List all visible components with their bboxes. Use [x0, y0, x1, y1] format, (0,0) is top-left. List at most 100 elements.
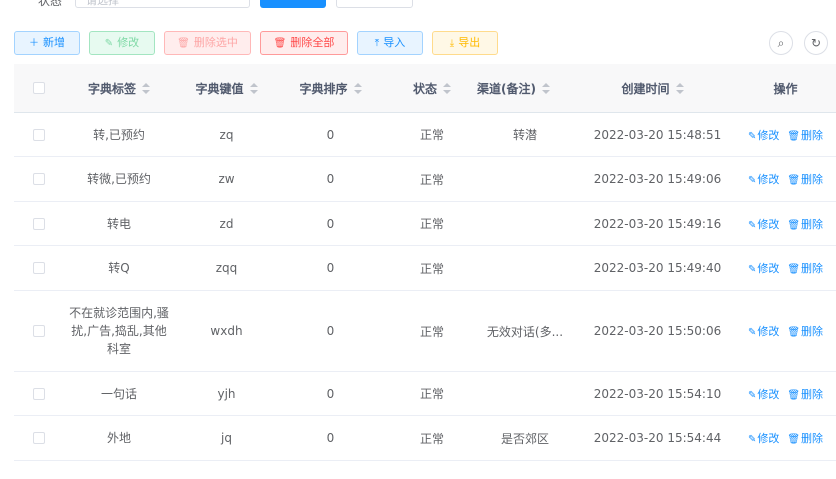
- dict-created: 2022-03-20 15:50:06: [593, 324, 722, 338]
- col-sort-text: 字典排序: [299, 81, 348, 96]
- dict-value: jq: [221, 431, 232, 445]
- sort-icon[interactable]: [675, 82, 684, 94]
- refresh-button[interactable]: ↻: [804, 31, 828, 55]
- delete-selected-label: 删除选中: [193, 36, 238, 49]
- row-checkbox[interactable]: [33, 217, 45, 230]
- edit-button[interactable]: ✎ 修改: [89, 31, 155, 55]
- delete-selected-button[interactable]: 🗑 删除选中: [164, 31, 251, 55]
- row-checkbox[interactable]: [33, 387, 45, 400]
- dict-sort: 0: [326, 386, 335, 401]
- dict-created: 2022-03-20 15:49:06: [593, 172, 722, 186]
- dict-status: 正常: [419, 128, 444, 142]
- add-button-label: 新增: [43, 36, 65, 49]
- row-edit-link[interactable]: ✎修改: [748, 260, 779, 276]
- trash-icon: 🗑: [787, 219, 801, 231]
- cell-value: yjh: [174, 372, 279, 415]
- sort-icon[interactable]: [541, 82, 550, 94]
- row-checkbox[interactable]: [33, 128, 45, 141]
- row-delete-label: 删除: [801, 262, 824, 275]
- row-edit-label: 修改: [757, 432, 780, 445]
- delete-all-button[interactable]: 🗑 删除全部: [260, 31, 348, 55]
- cell-value: wxdh: [174, 291, 279, 371]
- reset-button[interactable]: [336, 0, 413, 8]
- row-delete-link[interactable]: 🗑删除: [787, 171, 823, 187]
- table-row: 转,已预约 zq 0 正常 转潜 2022-03-20 15:48:51 ✎修改 🗑删除: [14, 113, 836, 157]
- col-header-sort[interactable]: 字典排序: [279, 64, 382, 112]
- import-label: 导入: [383, 36, 406, 49]
- row-delete-link[interactable]: 🗑删除: [787, 260, 823, 276]
- cell-created: 2022-03-20 15:49:16: [570, 202, 745, 245]
- trash-icon: 🗑: [787, 389, 801, 401]
- cell-ops: ✎修改 🗑删除: [735, 416, 836, 460]
- row-checkbox[interactable]: [33, 432, 45, 444]
- row-edit-label: 修改: [757, 262, 780, 275]
- col-value-text: 字典键值: [195, 81, 244, 96]
- row-edit-link[interactable]: ✎修改: [748, 323, 779, 339]
- table-header: 字典标签 字典键值 字典排序 状态 渠道(备注) 创建时间 操作: [14, 64, 836, 113]
- row-delete-label: 删除: [801, 387, 824, 401]
- col-header-created[interactable]: 创建时间: [570, 64, 735, 112]
- col-header-label[interactable]: 字典标签: [64, 64, 174, 112]
- cell-sort: 0: [279, 113, 382, 156]
- cell-value: zq: [174, 113, 279, 156]
- trash-icon: 🗑: [273, 38, 287, 49]
- row-delete-link[interactable]: 🗑删除: [787, 323, 823, 339]
- table-row: 不在就诊范围内,骚扰,广告,捣乱,其他科室 wxdh 0 正常 无效对话(多... 202…: [14, 291, 836, 372]
- import-button[interactable]: ⤒ 导入: [357, 31, 423, 55]
- dict-status: 正常: [419, 261, 444, 276]
- row-select-cell: [14, 113, 64, 156]
- row-edit-link[interactable]: ✎修改: [748, 386, 779, 402]
- row-edit-link[interactable]: ✎修改: [748, 430, 779, 446]
- row-delete-link[interactable]: 🗑删除: [787, 127, 823, 143]
- export-button[interactable]: ⤓ 导出: [432, 31, 498, 55]
- pencil-icon: ✎: [747, 389, 757, 401]
- row-edit-label: 修改: [757, 387, 780, 401]
- pencil-icon: ✎: [747, 264, 757, 275]
- dict-label: 转电: [106, 216, 131, 231]
- table-row: 转电 zd 0 正常 2022-03-20 15:49:16 ✎修改 🗑删除: [14, 202, 836, 246]
- dict-channel: 是否郊区: [500, 431, 549, 446]
- search-button[interactable]: [260, 0, 326, 8]
- add-button[interactable]: ＋ 新增: [14, 31, 80, 55]
- row-delete-link[interactable]: 🗑删除: [787, 430, 823, 446]
- cell-sort: 0: [279, 372, 382, 415]
- row-select-cell: [14, 202, 64, 245]
- dict-created: 2022-03-20 15:54:10: [593, 386, 722, 401]
- dict-status: 正常: [419, 324, 444, 339]
- col-header-channel[interactable]: 渠道(备注): [457, 64, 570, 112]
- row-delete-link[interactable]: 🗑删除: [787, 386, 823, 402]
- search-toggle-button[interactable]: ⌕: [769, 31, 793, 55]
- row-checkbox[interactable]: [33, 325, 45, 337]
- dict-status: 正常: [419, 431, 444, 446]
- select-all-checkbox[interactable]: [33, 82, 45, 94]
- row-checkbox[interactable]: [33, 262, 45, 274]
- dict-sort: 0: [326, 127, 335, 142]
- row-edit-link[interactable]: ✎修改: [748, 127, 779, 143]
- select-all-cell: [14, 64, 64, 112]
- sort-icon[interactable]: [443, 82, 451, 94]
- trash-icon: 🗑: [787, 264, 801, 275]
- sort-icon[interactable]: [249, 82, 258, 94]
- row-delete-link[interactable]: 🗑删除: [787, 216, 823, 232]
- dict-created: 2022-03-20 15:54:44: [593, 431, 722, 445]
- trash-icon: 🗑: [177, 38, 190, 49]
- status-filter-select[interactable]: 请选择: [75, 0, 250, 8]
- cell-sort: 0: [279, 291, 382, 371]
- row-checkbox[interactable]: [33, 173, 45, 185]
- cell-created: 2022-03-20 15:49:06: [570, 157, 745, 201]
- cell-label: 一句话: [64, 372, 174, 415]
- cell-label: 转电: [64, 202, 174, 245]
- cell-label: 不在就诊范围内,骚扰,广告,捣乱,其他科室: [64, 291, 174, 371]
- col-channel-text: 渠道(备注): [477, 81, 536, 96]
- col-header-ops: 操作: [735, 64, 836, 112]
- cell-value: jq: [174, 416, 279, 460]
- col-header-value[interactable]: 字典键值: [174, 64, 279, 112]
- cell-ops: ✎修改 🗑删除: [735, 291, 836, 371]
- sort-icon[interactable]: [353, 82, 362, 94]
- row-edit-link[interactable]: ✎修改: [748, 216, 779, 232]
- row-select-cell: [14, 416, 64, 460]
- row-edit-link[interactable]: ✎修改: [748, 171, 779, 187]
- dict-sort: 0: [326, 216, 335, 231]
- sort-icon[interactable]: [142, 82, 150, 94]
- search-icon: ⌕: [777, 36, 785, 50]
